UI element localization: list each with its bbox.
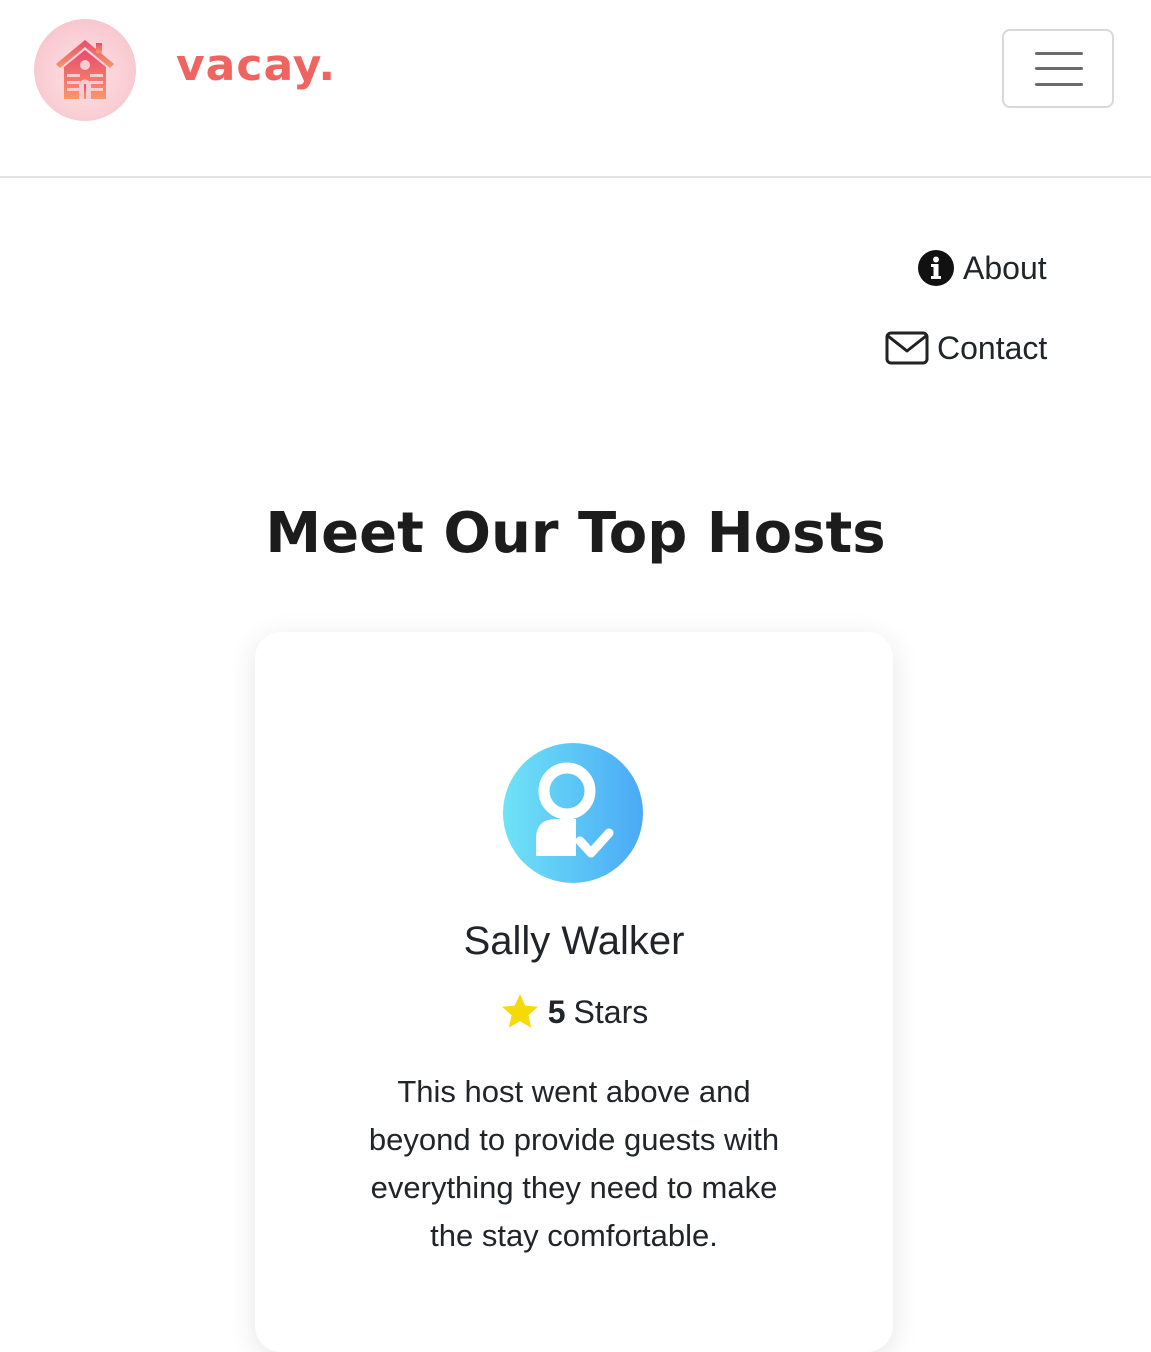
host-name: Sally Walker [463, 919, 685, 963]
hamburger-line [1035, 83, 1083, 86]
avatar [503, 743, 643, 883]
house-icon [56, 40, 114, 99]
host-description: This host went above and beyond to provi… [368, 1074, 780, 1253]
rating-value: 5 [547, 994, 566, 1030]
verified-user-icon [536, 762, 614, 858]
menu-toggle-button[interactable] [1002, 29, 1114, 108]
site-header: vacay. [0, 0, 1151, 178]
hamburger-menu-icon [1035, 52, 1083, 55]
host-card: Sally Walker 5 Stars This host went abov… [255, 632, 893, 1352]
star-icon [501, 994, 538, 1028]
hamburger-line [1035, 67, 1083, 70]
logo[interactable] [34, 19, 136, 121]
host-rating: 5 Stars [255, 990, 893, 1034]
brand-name[interactable]: vacay. [176, 36, 336, 96]
nav-link-about[interactable]: About [917, 246, 1047, 290]
nav-label-contact: Contact [937, 329, 1048, 366]
nav-label-about: About [963, 249, 1047, 286]
section-title: Meet Our Top Hosts [265, 501, 886, 566]
envelope-icon [885, 331, 929, 365]
nav-link-contact[interactable]: Contact [885, 326, 1047, 370]
info-circle-icon [918, 250, 954, 286]
rating-label: Stars [573, 994, 649, 1030]
